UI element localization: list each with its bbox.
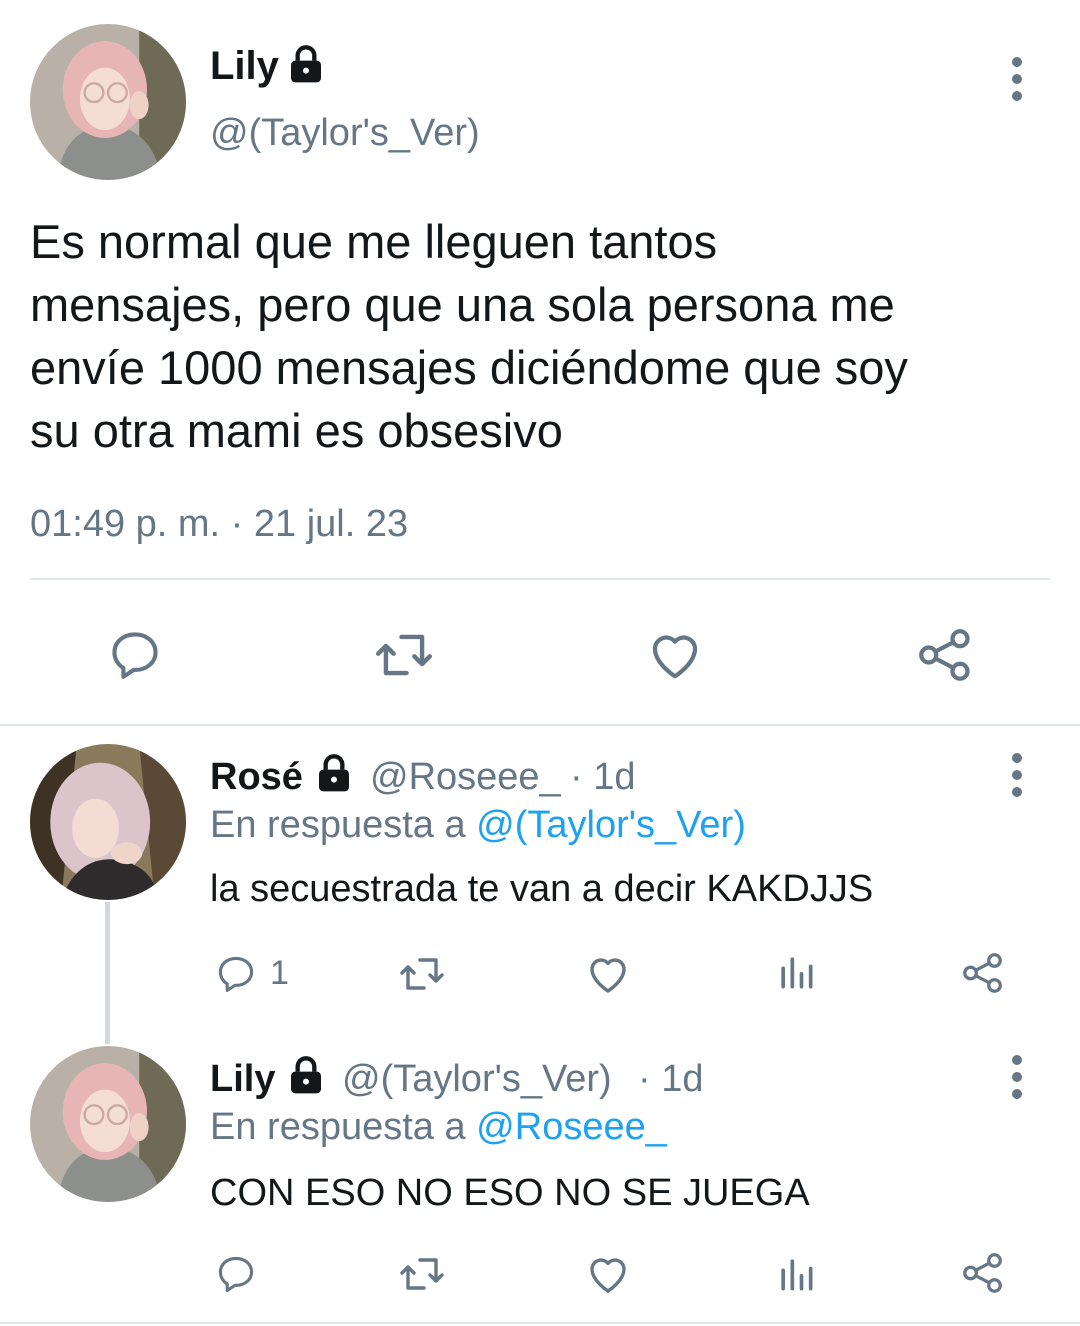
share-icon [919,629,970,681]
like-button[interactable] [582,1248,634,1300]
avatar[interactable] [30,24,186,180]
author-handle[interactable]: @(Taylor's_Ver) [210,112,480,155]
like-button[interactable] [640,620,710,690]
like-icon [590,958,626,993]
reply-to-link[interactable]: @Roseee_ [476,1106,667,1148]
reply-button[interactable] [100,620,170,690]
author-name[interactable]: Lily [210,1058,275,1101]
reply-button[interactable] [212,950,260,998]
reply-count: 1 [270,954,289,992]
retweet-button[interactable] [396,948,448,1000]
tweet-text-line: Es normal que me lleguen tantos [30,215,718,268]
retweet-icon [375,634,433,676]
tweet-age: · 1d [638,1058,704,1100]
reply-context: En respuesta a @(Taylor's_Ver) [210,804,746,847]
more-options-icon[interactable] [1010,753,1024,804]
lock-icon [291,1056,321,1094]
more-options-icon[interactable] [1010,1055,1024,1106]
analytics-button[interactable] [772,948,820,996]
section-divider [0,724,1080,726]
timestamp[interactable]: 01:49 p. m. · 21 jul. 23 [30,503,408,546]
tweet-text-line: envíe 1000 mensajes diciéndome que soy [30,341,908,394]
tweet-text-line: su otra mami es obsesivo [30,404,563,457]
reply-icon [218,956,254,993]
reply-icon [218,1256,254,1293]
tweet-text: Es normal que me lleguen tantos mensajes… [30,210,908,462]
retweet-button[interactable] [396,1248,448,1300]
like-icon [652,635,698,679]
like-button[interactable] [582,948,634,1000]
author-name[interactable]: Lily [210,44,279,89]
thread-line [105,902,110,1044]
reply-button[interactable] [212,1250,260,1298]
tweet-text: la secuestrada te van a decir KAKDJJS [210,868,874,910]
share-icon [963,953,1002,993]
share-button[interactable] [958,1248,1008,1298]
tweet-age: · 1d [570,756,636,798]
tweet-text-line: mensajes, pero que una sola persona me [30,278,895,331]
retweet-icon [400,1258,444,1290]
reply-prefix: En respuesta a [210,1106,466,1148]
avatar[interactable] [30,1046,186,1202]
author-name[interactable]: Rosé [210,756,303,799]
retweet-button[interactable] [369,620,439,690]
bottom-divider [0,1322,1080,1324]
more-options-icon[interactable] [1010,57,1024,108]
share-button[interactable] [910,620,980,690]
author-handle[interactable]: @(Taylor's_Ver) [342,1058,612,1101]
reply-icon [112,632,158,679]
avatar[interactable] [30,744,186,900]
reply-prefix: En respuesta a [210,804,466,846]
lock-icon [291,45,321,83]
analytics-icon [781,957,813,989]
share-icon [963,1253,1002,1293]
analytics-icon [781,1259,813,1291]
analytics-button[interactable] [772,1250,820,1298]
reply-context: En respuesta a @Roseee_ [210,1106,667,1149]
divider [30,578,1050,580]
reply-to-link[interactable]: @(Taylor's_Ver) [476,804,746,846]
tweet-text: CON ESO NO ESO NO SE JUEGA [210,1172,810,1214]
author-handle[interactable]: @Roseee_ [370,756,561,799]
lock-icon [319,754,349,792]
retweet-icon [400,958,444,990]
like-icon [590,1258,626,1293]
share-button[interactable] [958,948,1008,998]
